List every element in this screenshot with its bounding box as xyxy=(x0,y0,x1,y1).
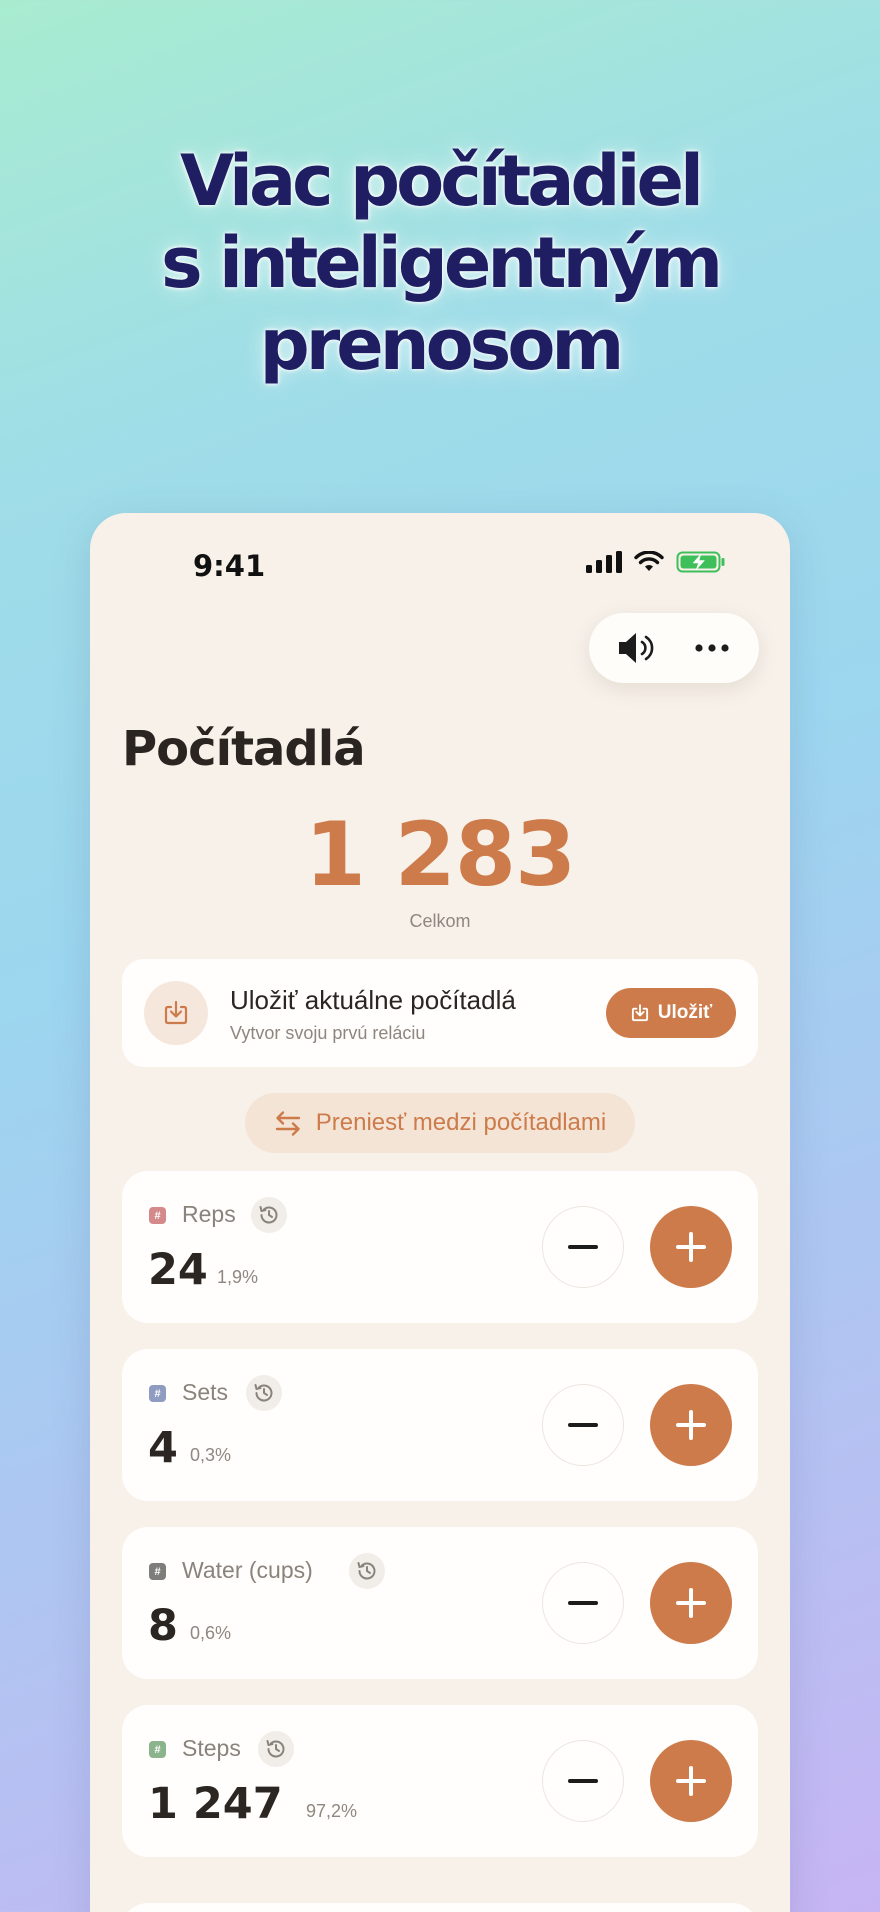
total-count: 1 283 xyxy=(304,803,577,906)
save-card-icon xyxy=(144,981,208,1045)
speaker-icon xyxy=(618,633,653,663)
headline-line-1: Viac počítadiel xyxy=(180,140,704,222)
minus-icon xyxy=(568,1601,598,1605)
next-card-peek xyxy=(122,1903,758,1912)
status-icons xyxy=(586,551,726,573)
toolbar-pill xyxy=(589,613,759,683)
decrement-button[interactable] xyxy=(542,1740,624,1822)
counter-value: 4 xyxy=(148,1423,178,1473)
transfer-arrows-icon xyxy=(275,1111,300,1136)
decrement-button[interactable] xyxy=(542,1206,624,1288)
history-button[interactable] xyxy=(349,1553,385,1589)
plus-icon xyxy=(676,1232,706,1262)
counter-tag-hash-icon: # xyxy=(149,1385,166,1402)
increment-button[interactable] xyxy=(650,1384,732,1466)
counter-tag-hash-icon: # xyxy=(149,1563,166,1580)
sound-button[interactable] xyxy=(607,618,667,678)
more-dots-icon xyxy=(694,644,729,652)
counter-card-water: # Water (cups) 8 0,6% xyxy=(122,1527,758,1679)
minus-icon xyxy=(568,1423,598,1427)
download-tray-icon xyxy=(164,1000,188,1025)
total-label: Celkom xyxy=(409,911,471,931)
headline-line-2: s inteligentným xyxy=(160,222,723,304)
wifi-icon xyxy=(634,551,664,571)
history-button[interactable] xyxy=(251,1197,287,1233)
counter-tag-hash-icon: # xyxy=(149,1741,166,1758)
counter-percent: 0,3% xyxy=(190,1445,232,1465)
battery-charging-icon xyxy=(676,551,725,573)
counter-name: Sets xyxy=(182,1379,229,1405)
save-card-title: Uložiť aktuálne počítadlá xyxy=(230,985,516,1015)
increment-button[interactable] xyxy=(650,1562,732,1644)
counter-name: Steps xyxy=(182,1735,241,1761)
counter-value: 24 xyxy=(148,1245,208,1295)
save-card-subtitle: Vytvor svoju prvú reláciu xyxy=(230,1023,426,1043)
increment-button[interactable] xyxy=(650,1740,732,1822)
counter-percent: 97,2% xyxy=(306,1801,358,1821)
counter-percent: 0,6% xyxy=(190,1623,232,1643)
download-tray-icon xyxy=(631,1004,648,1022)
save-button[interactable]: Uložiť xyxy=(606,988,736,1038)
history-icon xyxy=(259,1206,278,1224)
counter-percent: 1,9% xyxy=(217,1267,259,1287)
counter-name: Water (cups) xyxy=(182,1557,313,1583)
signal-icon xyxy=(586,551,622,573)
counter-value: 8 xyxy=(148,1601,178,1651)
counter-card-steps: # Steps 1 247 97,2% xyxy=(122,1705,758,1857)
minus-icon xyxy=(568,1245,598,1249)
plus-icon xyxy=(676,1766,706,1796)
headline: Viac počítadiel s inteligentným prenosom xyxy=(0,140,880,386)
plus-icon xyxy=(676,1588,706,1618)
plus-icon xyxy=(676,1410,706,1440)
history-button[interactable] xyxy=(246,1375,282,1411)
counter-name: Reps xyxy=(182,1201,236,1227)
history-icon xyxy=(266,1740,285,1758)
minus-icon xyxy=(568,1779,598,1783)
transfer-label: Preniesť medzi počítadlami xyxy=(315,1109,607,1136)
history-button[interactable] xyxy=(258,1731,294,1767)
page-title: Počítadlá xyxy=(122,721,366,777)
decrement-button[interactable] xyxy=(542,1562,624,1644)
transfer-button[interactable]: Preniesť medzi počítadlami xyxy=(245,1093,635,1153)
save-button-label: Uložiť xyxy=(657,1002,713,1023)
more-button[interactable] xyxy=(682,618,742,678)
phone-screen: 9:41 Počítadlá 1 283 Celkom Uložiť aktuá… xyxy=(90,513,790,1912)
headline-line-3: prenosom xyxy=(259,304,625,386)
counter-tag-hash-icon: # xyxy=(149,1207,166,1224)
save-session-card: Uložiť aktuálne počítadlá Vytvor svoju p… xyxy=(122,959,758,1067)
decrement-button[interactable] xyxy=(542,1384,624,1466)
status-time: 9:41 xyxy=(193,549,266,583)
counter-card-reps: # Reps 24 1,9% xyxy=(122,1171,758,1323)
counter-card-sets: # Sets 4 0,3% xyxy=(122,1349,758,1501)
history-icon xyxy=(254,1384,273,1402)
history-icon xyxy=(357,1562,376,1580)
increment-button[interactable] xyxy=(650,1206,732,1288)
counter-value: 1 247 xyxy=(148,1779,283,1829)
